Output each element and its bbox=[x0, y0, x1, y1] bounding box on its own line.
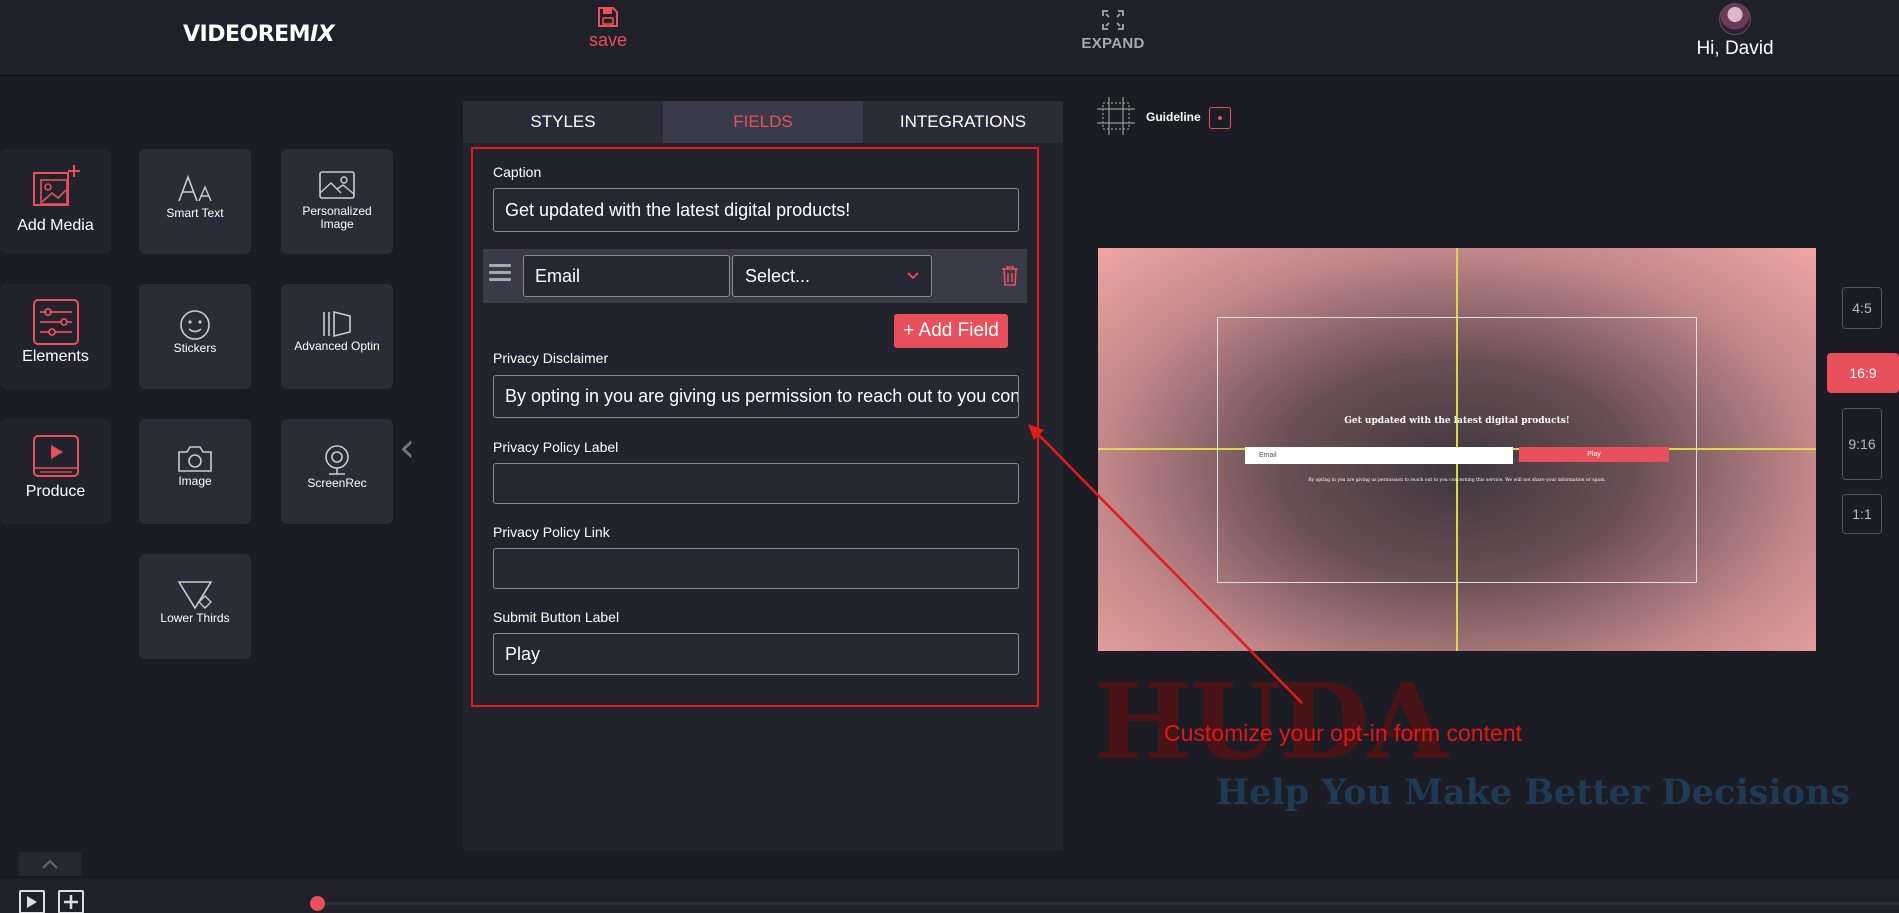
smart-text-tool[interactable]: Smart Text bbox=[139, 149, 251, 254]
plus-icon bbox=[64, 895, 78, 909]
produce-icon bbox=[32, 435, 79, 477]
ratio-9-16-button[interactable]: 9:16 bbox=[1842, 408, 1882, 480]
image-tool[interactable]: Image bbox=[139, 419, 251, 524]
privacy-policy-label-input[interactable] bbox=[493, 463, 1019, 504]
collapse-tools-chevron-icon[interactable]: ‹ bbox=[399, 425, 415, 471]
top-bar: VIDEOREMIX save EXPAND Hi, David bbox=[0, 0, 1899, 76]
field-type-select[interactable]: Select... bbox=[732, 255, 932, 297]
personalized-image-label: Personalized Image bbox=[302, 204, 372, 231]
stickers-tool[interactable]: Stickers bbox=[139, 284, 251, 389]
preview-email-field: Email bbox=[1245, 447, 1513, 464]
guideline-label: Guideline bbox=[1146, 110, 1201, 124]
lower-thirds-icon bbox=[177, 581, 213, 610]
save-icon bbox=[598, 7, 618, 27]
optin-editor-panel: STYLES FIELDS INTEGRATIONS Caption Get u… bbox=[463, 101, 1063, 851]
produce-label: Produce bbox=[25, 483, 86, 500]
privacy-disclaimer-input[interactable]: By opting in you are giving us permissio… bbox=[493, 375, 1019, 418]
logo-accent: IX bbox=[310, 22, 335, 47]
submit-button-label-input[interactable]: Play bbox=[493, 633, 1019, 675]
tab-styles[interactable]: STYLES bbox=[463, 101, 663, 143]
field-name-input[interactable]: Email bbox=[523, 255, 730, 297]
playhead-handle[interactable] bbox=[310, 896, 325, 911]
stickers-label: Stickers bbox=[173, 341, 217, 355]
editor-tabs: STYLES FIELDS INTEGRATIONS bbox=[463, 101, 1063, 143]
logo-main: VIDEOREM bbox=[183, 22, 311, 47]
privacy-policy-link-label: Privacy Policy Link bbox=[493, 524, 610, 540]
timeline-bar bbox=[0, 877, 1899, 913]
user-menu[interactable]: Hi, David bbox=[1690, 3, 1780, 60]
elements-tool[interactable]: Elements bbox=[0, 284, 111, 389]
timeline-track[interactable] bbox=[318, 902, 1899, 905]
personalized-image-icon bbox=[319, 171, 355, 199]
lower-thirds-tool[interactable]: Lower Thirds bbox=[139, 554, 251, 659]
chevron-down-icon bbox=[907, 272, 919, 280]
tab-fields[interactable]: FIELDS bbox=[663, 101, 863, 143]
fields-form-highlight: Caption Get updated with the latest digi… bbox=[471, 147, 1039, 707]
caption-input[interactable]: Get updated with the latest digital prod… bbox=[493, 188, 1019, 232]
add-field-button[interactable]: + Add Field bbox=[894, 314, 1008, 348]
huda-tagline-watermark: Help You Make Better Decisions bbox=[1216, 772, 1851, 813]
privacy-policy-link-input[interactable] bbox=[493, 548, 1019, 589]
ratio-16-9-button[interactable]: 16:9 bbox=[1827, 353, 1899, 393]
annotation-callout-text: Customize your opt-in form content bbox=[1164, 720, 1522, 746]
tab-integrations[interactable]: INTEGRATIONS bbox=[863, 101, 1063, 143]
caption-label: Caption bbox=[493, 164, 542, 180]
smart-text-label: Smart Text bbox=[166, 206, 224, 220]
avatar[interactable] bbox=[1719, 3, 1751, 35]
ratio-1-1-button[interactable]: 1:1 bbox=[1842, 494, 1882, 534]
form-field-row: Email Select... bbox=[483, 249, 1027, 303]
save-label: save bbox=[588, 30, 628, 50]
preview-caption: Get updated with the latest digital prod… bbox=[1344, 416, 1570, 426]
ratio-4-5-button[interactable]: 4:5 bbox=[1842, 287, 1882, 329]
add-media-icon bbox=[32, 165, 80, 206]
preview-disclaimer: By opting in you are giving us permissio… bbox=[1308, 478, 1606, 483]
privacy-policy-label-label: Privacy Policy Label bbox=[493, 439, 619, 455]
advanced-optin-icon bbox=[323, 310, 351, 338]
chevron-up-icon bbox=[42, 859, 58, 869]
screenrec-label: ScreenRec bbox=[307, 476, 367, 490]
smart-text-icon bbox=[178, 174, 212, 202]
advanced-optin-label: Advanced Optin bbox=[294, 339, 380, 353]
user-greeting: Hi, David bbox=[1696, 38, 1774, 59]
video-preview-canvas[interactable]: Get updated with the latest digital prod… bbox=[1098, 248, 1816, 651]
videoremix-logo[interactable]: VIDEOREMIX bbox=[183, 22, 335, 47]
personalized-image-tool[interactable]: Personalized Image bbox=[281, 149, 393, 254]
camera-icon bbox=[178, 446, 212, 472]
guideline-grid-icon[interactable] bbox=[1097, 97, 1135, 135]
advanced-optin-tool[interactable]: Advanced Optin bbox=[281, 284, 393, 389]
elements-label: Elements bbox=[22, 348, 89, 365]
save-button[interactable]: save bbox=[578, 6, 638, 58]
expand-timeline-tab[interactable] bbox=[19, 852, 81, 876]
expand-button[interactable]: EXPAND bbox=[1075, 9, 1151, 61]
expand-label: EXPAND bbox=[1081, 35, 1145, 52]
drag-handle-icon[interactable] bbox=[489, 264, 511, 284]
image-label: Image bbox=[178, 474, 212, 488]
privacy-disclaimer-label: Privacy Disclaimer bbox=[493, 350, 609, 366]
webcam-icon bbox=[325, 445, 349, 475]
produce-tool[interactable]: Produce bbox=[0, 419, 111, 524]
play-button[interactable] bbox=[19, 890, 45, 913]
add-media-label: Add Media bbox=[17, 217, 94, 234]
field-type-placeholder: Select... bbox=[745, 265, 811, 286]
preview-play-button: Play bbox=[1519, 447, 1669, 462]
trash-icon[interactable] bbox=[1001, 265, 1019, 287]
expand-icon bbox=[1102, 10, 1124, 30]
guideline-toggle[interactable] bbox=[1209, 107, 1231, 129]
lower-thirds-label: Lower Thirds bbox=[160, 611, 230, 625]
stickers-icon bbox=[180, 310, 210, 340]
elements-icon bbox=[32, 299, 79, 345]
play-icon bbox=[27, 896, 37, 908]
submit-button-label-label: Submit Button Label bbox=[493, 609, 620, 625]
add-scene-button[interactable] bbox=[58, 890, 84, 913]
screenrec-tool[interactable]: ScreenRec bbox=[281, 419, 393, 524]
add-media-tool[interactable]: Add Media bbox=[0, 149, 111, 254]
